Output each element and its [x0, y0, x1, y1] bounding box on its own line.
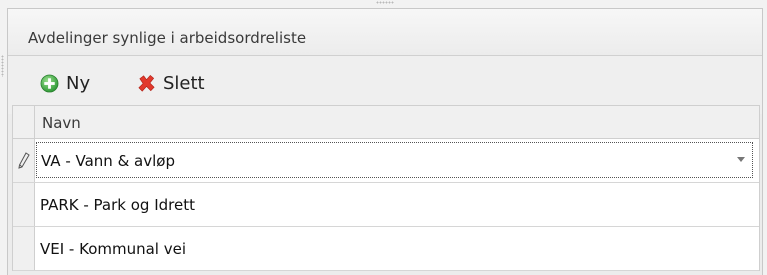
table-row[interactable]: VA - Vann & avløp	[13, 139, 759, 183]
chevron-down-icon[interactable]	[734, 152, 748, 166]
row-indicator[interactable]	[13, 227, 35, 270]
resize-grip-top[interactable]	[376, 1, 394, 4]
pencil-icon	[18, 152, 30, 169]
resize-grip-left[interactable]	[1, 55, 4, 77]
panel-title: Avdelinger synlige i arbeidsordreliste	[28, 29, 307, 47]
new-button-label: Ny	[66, 72, 91, 94]
table-row[interactable]: VEI - Kommunal vei	[13, 227, 759, 271]
departments-grid: Navn VA - Vann & avløp PARK - Park og Id…	[12, 105, 760, 271]
name-cell: VA - Vann & avløp	[41, 152, 175, 170]
add-circle-icon	[40, 74, 59, 92]
delete-button[interactable]: Slett	[137, 72, 205, 94]
table-row[interactable]: PARK - Park og Idrett	[13, 183, 759, 227]
panel-header: Avdelinger synlige i arbeidsordreliste	[8, 9, 762, 56]
row-indicator[interactable]	[13, 183, 35, 226]
name-cell[interactable]: PARK - Park og Idrett	[40, 196, 195, 214]
delete-button-label: Slett	[163, 72, 205, 94]
name-cell[interactable]: VEI - Kommunal vei	[40, 240, 186, 258]
grid-header: Navn	[13, 106, 759, 139]
row-indicator-header	[13, 106, 35, 138]
column-header-navn[interactable]: Navn	[42, 114, 81, 132]
row-indicator[interactable]	[13, 139, 35, 182]
delete-x-icon	[138, 74, 155, 92]
name-cell-editor[interactable]: VA - Vann & avløp	[36, 142, 753, 178]
page: Avdelinger synlige i arbeidsordreliste N…	[0, 0, 767, 275]
new-button[interactable]: Ny	[40, 72, 90, 94]
